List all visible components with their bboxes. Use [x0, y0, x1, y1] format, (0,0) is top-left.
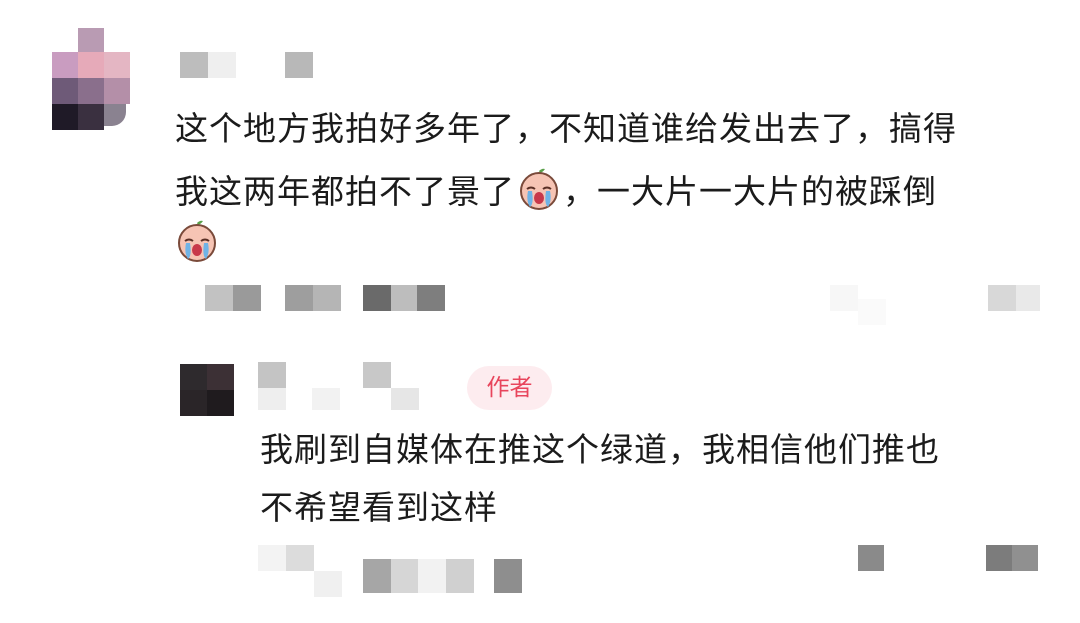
crying-face-icon: [175, 219, 219, 263]
reply-meta[interactable]: [258, 545, 528, 597]
comment-text-segment: ，一大片一大片的被踩倒: [563, 172, 937, 211]
like-button[interactable]: [830, 285, 1040, 325]
crying-face-icon: [517, 167, 561, 211]
reply-like-button[interactable]: [858, 545, 1040, 575]
reply-username[interactable]: [258, 362, 428, 414]
comment-text-line-1: 这个地方我拍好多年了，不知道谁给发出去了，搞得: [175, 109, 957, 148]
comment-text-line-2: 我这两年都拍不了景了 ，一大片一大片的被踩倒: [175, 167, 937, 211]
comment-meta[interactable]: [205, 285, 445, 313]
avatar[interactable]: [52, 28, 132, 130]
reply-text-line-2: 不希望看到这样: [260, 488, 498, 527]
author-badge: 作者: [467, 366, 552, 410]
reply-text-line-1: 我刷到自媒体在推这个绿道，我相信他们推也: [260, 430, 940, 469]
comment-text-line-3: [175, 219, 221, 263]
comment-text-segment: 我这两年都拍不了景了: [175, 172, 515, 211]
username[interactable]: [180, 52, 320, 80]
reply-avatar[interactable]: [180, 364, 234, 416]
